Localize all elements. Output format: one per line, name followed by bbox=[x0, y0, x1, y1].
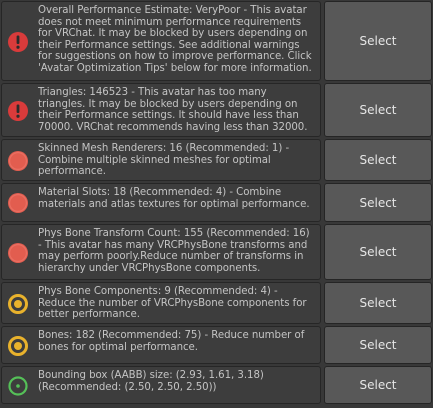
yellow-ring-icon bbox=[7, 335, 29, 357]
warning-row-phys-bone-transform-count: Phys Bone Transform Count: 155 (Recommen… bbox=[1, 224, 432, 280]
error-exclamation-icon bbox=[7, 31, 29, 53]
warning-message-box: Triangles: 146523 - This avatar has too … bbox=[1, 83, 321, 137]
error-exclamation-icon bbox=[7, 100, 29, 122]
warning-row-skinned-mesh-renderers: Skinned Mesh Renderers: 16 (Recommended:… bbox=[1, 139, 432, 181]
red-circle-icon bbox=[7, 192, 29, 214]
warning-row-bounding-box: Bounding box (AABB) size: (2.93, 1.61, 3… bbox=[1, 366, 432, 404]
warning-text: Skinned Mesh Renderers: 16 (Recommended:… bbox=[38, 143, 290, 178]
green-ring-icon bbox=[7, 375, 29, 397]
select-button[interactable]: Select bbox=[324, 1, 432, 81]
warning-message-box: Phys Bone Components: 9 (Recommended: 4)… bbox=[1, 282, 321, 324]
warning-message-box: Material Slots: 18 (Recommended: 4) - Co… bbox=[1, 183, 321, 222]
warning-message-box: Bounding box (AABB) size: (2.93, 1.61, 3… bbox=[1, 366, 321, 404]
warning-text: Material Slots: 18 (Recommended: 4) - Co… bbox=[38, 187, 310, 210]
select-button[interactable]: Select bbox=[324, 139, 432, 181]
warning-row-triangles: Triangles: 146523 - This avatar has too … bbox=[1, 83, 432, 137]
select-button[interactable]: Select bbox=[324, 224, 432, 280]
warning-text: Bones: 182 (Recommended: 75) - Reduce nu… bbox=[38, 330, 305, 353]
warning-message-box: Skinned Mesh Renderers: 16 (Recommended:… bbox=[1, 139, 321, 181]
warning-text: Phys Bone Transform Count: 155 (Recommen… bbox=[38, 228, 310, 274]
yellow-ring-icon bbox=[7, 293, 29, 315]
warning-row-overall-performance: Overall Performance Estimate: VeryPoor -… bbox=[1, 1, 432, 81]
warning-message-box: Bones: 182 (Recommended: 75) - Reduce nu… bbox=[1, 326, 321, 364]
select-button[interactable]: Select bbox=[324, 326, 432, 364]
warning-row-material-slots: Material Slots: 18 (Recommended: 4) - Co… bbox=[1, 183, 432, 222]
warning-text: Phys Bone Components: 9 (Recommended: 4)… bbox=[38, 286, 307, 321]
select-button[interactable]: Select bbox=[324, 366, 432, 404]
warning-row-bones: Bones: 182 (Recommended: 75) - Reduce nu… bbox=[1, 326, 432, 364]
warning-text: Triangles: 146523 - This avatar has too … bbox=[38, 87, 308, 133]
select-button[interactable]: Select bbox=[324, 83, 432, 137]
warning-text: Bounding box (AABB) size: (2.93, 1.61, 3… bbox=[38, 370, 264, 393]
select-button[interactable]: Select bbox=[324, 282, 432, 324]
warning-text: Overall Performance Estimate: VeryPoor -… bbox=[38, 5, 312, 74]
warning-message-box: Overall Performance Estimate: VeryPoor -… bbox=[1, 1, 321, 81]
red-circle-icon bbox=[7, 242, 29, 264]
warning-message-box: Phys Bone Transform Count: 155 (Recommen… bbox=[1, 224, 321, 280]
red-circle-icon bbox=[7, 150, 29, 172]
performance-warnings-list: Overall Performance Estimate: VeryPoor -… bbox=[0, 0, 433, 408]
select-button[interactable]: Select bbox=[324, 183, 432, 222]
warning-row-phys-bone-components: Phys Bone Components: 9 (Recommended: 4)… bbox=[1, 282, 432, 324]
